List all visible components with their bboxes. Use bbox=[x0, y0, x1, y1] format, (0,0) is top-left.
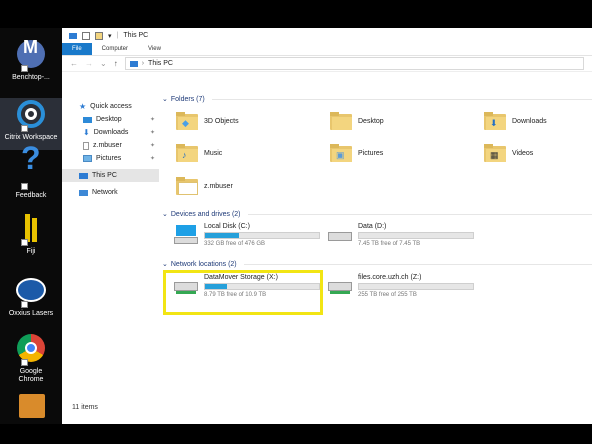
new-folder-icon[interactable] bbox=[95, 31, 103, 40]
document-icon bbox=[83, 141, 89, 150]
folder-icon: ⬇ bbox=[484, 112, 506, 130]
desktop-strip: M Benchtop-... Citrix Workspace ? Feedba… bbox=[0, 28, 62, 424]
desktop-icon-fiji[interactable]: Fiji bbox=[0, 214, 62, 256]
drive-free-text: 332 GB free of 476 GB bbox=[204, 241, 266, 247]
folder-music[interactable]: ♪ Music bbox=[176, 144, 222, 162]
drive-z[interactable]: files.core.uzh.ch (Z:) 255 TB free of 25… bbox=[328, 274, 474, 298]
address-row: ← → ⌄ ↑ › This PC bbox=[62, 56, 592, 72]
top-black-band bbox=[0, 0, 592, 28]
nav-downloads[interactable]: ⬇ Downloads ✦ bbox=[62, 126, 159, 139]
nav-this-pc[interactable]: This PC bbox=[62, 169, 159, 182]
drive-usage-bar bbox=[204, 232, 320, 239]
desktop-icon-label: Fiji bbox=[26, 248, 36, 255]
download-arrow-icon: ⬇ bbox=[83, 128, 90, 137]
folder-icon: ▦ bbox=[484, 144, 506, 162]
tab-computer[interactable]: Computer bbox=[92, 43, 138, 55]
fiji-icon bbox=[15, 214, 47, 246]
nav-pictures[interactable]: Pictures ✦ bbox=[62, 152, 159, 165]
group-header-devices[interactable]: ⌄ Devices and drives (2) bbox=[162, 208, 592, 220]
chevron-down-icon: ⌄ bbox=[162, 96, 168, 103]
drive-c[interactable]: Local Disk (C:) 332 GB free of 476 GB bbox=[174, 223, 320, 247]
desktop-icon-label: Oxxius Lasers bbox=[8, 310, 54, 317]
group-header-folders[interactable]: ⌄ Folders (7) bbox=[162, 93, 592, 105]
folder-pictures[interactable]: ▣ Pictures bbox=[330, 144, 383, 162]
desktop-icon-partial[interactable] bbox=[0, 394, 62, 428]
windows-drive-icon bbox=[174, 225, 198, 245]
folder-icon: ◆ bbox=[176, 112, 198, 130]
group-header-network[interactable]: ⌄ Network locations (2) bbox=[162, 258, 592, 270]
tab-view[interactable]: View bbox=[138, 43, 171, 55]
window-title: This PC bbox=[123, 32, 149, 39]
tab-file[interactable]: File bbox=[62, 43, 92, 55]
content-pane: ⌄ Folders (7) ◆ 3D Objects Desktop ⬇ Dow… bbox=[162, 92, 592, 298]
oxxius-lasers-icon bbox=[15, 276, 47, 308]
pin-icon[interactable]: ✦ bbox=[150, 116, 155, 123]
folder-icon: ▣ bbox=[330, 144, 352, 162]
nav-desktop[interactable]: Desktop ✦ bbox=[62, 113, 159, 126]
this-pc-icon bbox=[129, 60, 138, 67]
title-bar: ▾ | This PC bbox=[62, 28, 592, 43]
back-arrow-icon[interactable]: ← bbox=[70, 59, 78, 68]
folder-3d-objects[interactable]: ◆ 3D Objects bbox=[176, 112, 239, 130]
folder-desktop[interactable]: Desktop bbox=[330, 112, 384, 130]
desktop-folder-icon bbox=[83, 116, 92, 123]
drive-usage-bar bbox=[358, 232, 474, 239]
user-folder-icon bbox=[176, 177, 198, 195]
chrome-icon bbox=[15, 334, 47, 366]
desktop-icon-label: Benchtop-... bbox=[12, 74, 50, 81]
address-bar[interactable]: › This PC bbox=[124, 57, 584, 70]
pin-icon[interactable]: ✦ bbox=[150, 142, 155, 149]
folder-videos[interactable]: ▦ Videos bbox=[484, 144, 533, 162]
folder-icon: ♪ bbox=[176, 144, 198, 162]
drive-label: files.core.uzh.ch (Z:) bbox=[358, 274, 422, 281]
drive-usage-bar bbox=[358, 283, 474, 290]
recent-chevron-icon[interactable]: ⌄ bbox=[100, 59, 107, 68]
folder-icon bbox=[330, 112, 352, 130]
pin-icon[interactable]: ✦ bbox=[150, 129, 155, 136]
key-icon bbox=[15, 394, 47, 426]
forward-arrow-icon[interactable]: → bbox=[85, 59, 93, 68]
status-bar-item-count: 11 items bbox=[72, 404, 98, 411]
desktop-icon-label: Feedback bbox=[15, 192, 47, 199]
pictures-icon bbox=[83, 155, 92, 162]
chevron-down-icon: ⌄ bbox=[162, 211, 168, 218]
citrix-workspace-icon bbox=[15, 100, 47, 132]
breadcrumb-separator-icon: › bbox=[141, 60, 145, 67]
nav-network[interactable]: Network bbox=[62, 186, 159, 199]
up-arrow-icon[interactable]: ↑ bbox=[114, 59, 118, 68]
computer-icon bbox=[79, 172, 88, 179]
pin-icon[interactable]: ✦ bbox=[150, 155, 155, 162]
drive-d[interactable]: Data (D:) 7.45 TB free of 7.45 TB bbox=[328, 223, 474, 247]
benchtop-icon: M bbox=[15, 38, 47, 72]
breadcrumb[interactable]: This PC bbox=[148, 60, 173, 67]
chevron-down-icon[interactable]: ▾ bbox=[108, 32, 112, 40]
desktop-icon-oxxius[interactable]: Oxxius Lasers bbox=[0, 276, 62, 318]
drive-label: Data (D:) bbox=[358, 223, 387, 230]
bottom-black-band bbox=[0, 424, 592, 444]
desktop-icon-benchtop[interactable]: M Benchtop-... bbox=[0, 38, 62, 82]
drive-label: Local Disk (C:) bbox=[204, 223, 250, 230]
folder-icon bbox=[69, 32, 77, 39]
desktop-icon-feedback[interactable]: ? Feedback bbox=[0, 142, 62, 200]
highlight-box bbox=[163, 270, 323, 315]
properties-icon[interactable] bbox=[82, 31, 90, 40]
drive-free-text: 255 TB free of 255 TB bbox=[358, 292, 417, 298]
desktop-icon-label: Google Chrome bbox=[18, 368, 44, 383]
network-drive-icon bbox=[328, 276, 352, 296]
question-mark-icon: ? bbox=[15, 142, 47, 190]
ribbon-tabs: File Computer View bbox=[62, 43, 592, 56]
hard-drive-icon bbox=[328, 225, 352, 245]
star-icon: ★ bbox=[79, 102, 87, 111]
drive-free-text: 7.45 TB free of 7.45 TB bbox=[358, 241, 421, 247]
file-explorer-window: ▾ | This PC File Computer View ← → ⌄ ↑ ›… bbox=[62, 28, 592, 424]
network-icon bbox=[79, 189, 88, 196]
desktop-icon-chrome[interactable]: Google Chrome bbox=[0, 334, 62, 384]
navigation-pane: ★ Quick access Desktop ✦ ⬇ Downloads ✦ z… bbox=[62, 92, 159, 199]
folder-zmbuser[interactable]: z.mbuser bbox=[176, 177, 233, 195]
nav-quick-access[interactable]: ★ Quick access bbox=[62, 100, 159, 113]
chevron-down-icon: ⌄ bbox=[162, 261, 168, 268]
nav-zmbuser[interactable]: z.mbuser ✦ bbox=[62, 139, 159, 152]
folder-downloads[interactable]: ⬇ Downloads bbox=[484, 112, 547, 130]
